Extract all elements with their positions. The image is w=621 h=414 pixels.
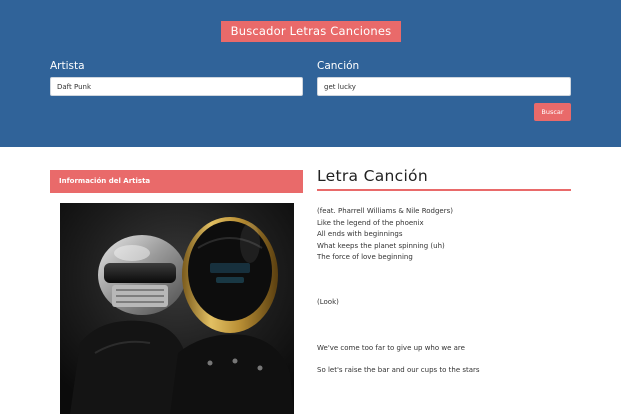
lyrics-text: (feat. Pharrell Williams & Nile Rodgers)… <box>317 207 571 414</box>
lyric-line: The force of love beginning <box>317 253 413 261</box>
lyric-line: We've come too far to give up who we are <box>317 344 465 352</box>
artist-input[interactable] <box>50 77 303 96</box>
lyric-line: Like the legend of the phoenix <box>317 218 424 227</box>
lyric-line: All ends with beginnings <box>317 230 403 238</box>
lyric-line: What keeps the planet spinning (uh) <box>317 241 445 250</box>
lyric-line: (feat. Pharrell Williams & Nile Rodgers) <box>317 207 453 215</box>
artist-info-header: Información del Artista <box>50 170 303 193</box>
lyrics-divider <box>317 189 571 191</box>
lyric-line: So let's raise the bar and our cups to t… <box>317 366 480 374</box>
app-title: Buscador Letras Canciones <box>221 21 401 42</box>
artist-photo <box>60 203 294 414</box>
artist-label: Artista <box>50 60 85 72</box>
search-header: Buscador Letras Canciones Artista Canció… <box>0 0 621 147</box>
song-label: Canción <box>317 60 360 72</box>
lyric-line: (Look) <box>317 298 339 306</box>
lyrics-title: Letra Canción <box>317 167 428 185</box>
song-input[interactable] <box>317 77 571 96</box>
search-button[interactable]: Buscar <box>534 103 571 121</box>
